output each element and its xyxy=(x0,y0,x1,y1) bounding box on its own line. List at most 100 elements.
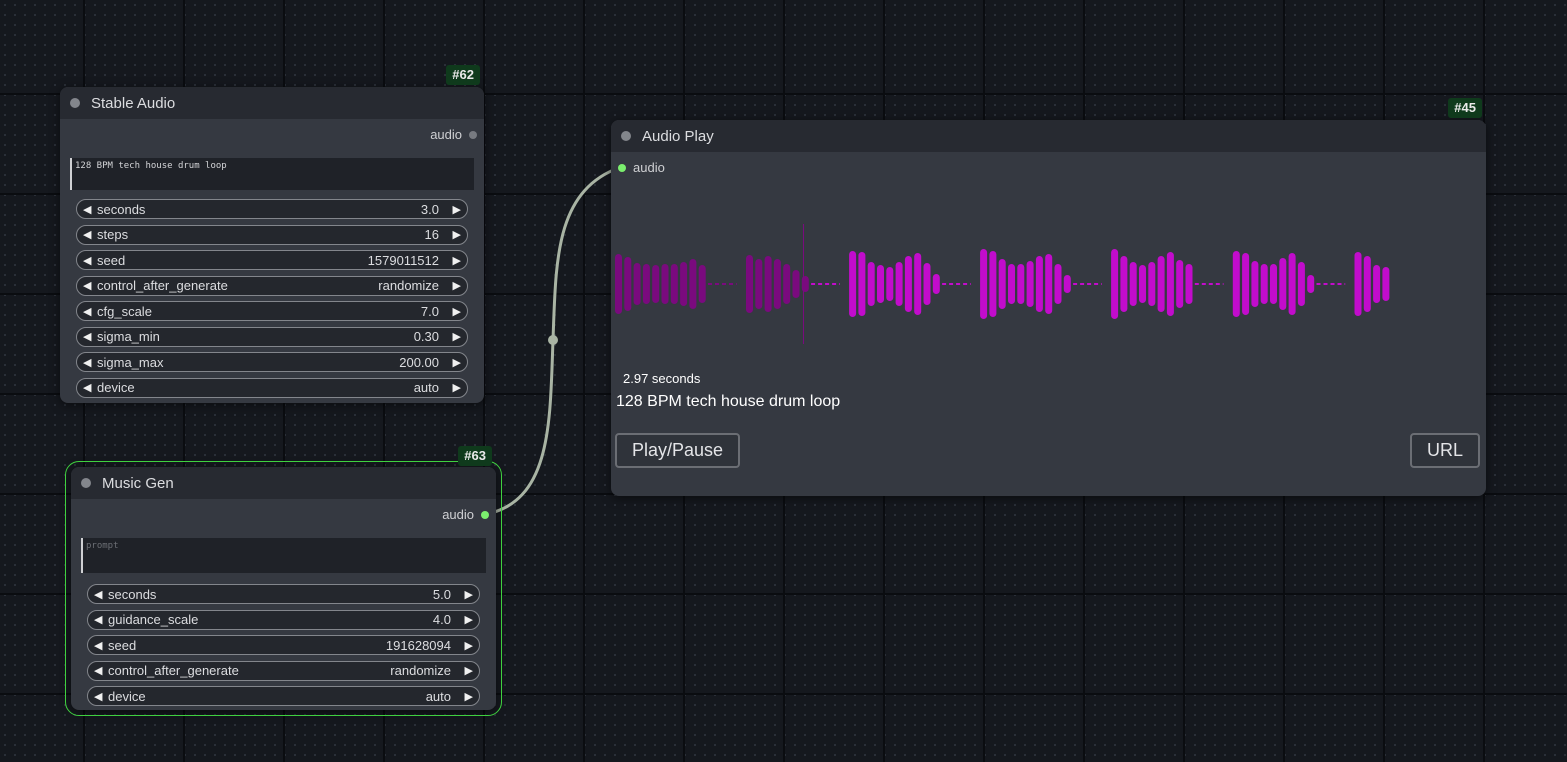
play-pause-button[interactable]: Play/Pause xyxy=(615,433,740,468)
decrement-arrow-icon[interactable]: ◀ xyxy=(83,279,97,292)
widget-name: control_after_generate xyxy=(108,663,239,678)
waveform-bar xyxy=(670,264,678,304)
music-gen-node[interactable]: #63 Music Gen audio prompt ◀ seconds 5.0 ▶ ◀… xyxy=(65,446,502,716)
widget-device[interactable]: ◀ device auto ▶ xyxy=(87,686,480,706)
widget-sigma-min[interactable]: ◀ sigma_min 0.30 ▶ xyxy=(76,326,468,347)
node-id-badge: #45 xyxy=(1448,98,1482,118)
decrement-arrow-icon[interactable]: ◀ xyxy=(83,254,97,267)
widget-steps[interactable]: ◀ steps 16 ▶ xyxy=(76,224,468,245)
widget-value[interactable]: 16 xyxy=(425,227,439,242)
increment-arrow-icon[interactable]: ▶ xyxy=(447,381,461,394)
audio-link[interactable] xyxy=(486,165,622,516)
widget-name: seconds xyxy=(108,586,157,602)
prompt-textarea[interactable]: 128 BPM tech house drum loop xyxy=(70,158,474,190)
increment-arrow-icon[interactable]: ▶ xyxy=(459,690,473,703)
increment-arrow-icon[interactable]: ▶ xyxy=(447,228,461,241)
waveform-bar xyxy=(1017,264,1025,304)
widget-name: steps xyxy=(97,227,129,242)
widget-value[interactable]: 0.30 xyxy=(414,329,439,344)
widget-name: seed xyxy=(108,637,137,653)
increment-arrow-icon[interactable]: ▶ xyxy=(459,639,473,652)
decrement-arrow-icon[interactable]: ◀ xyxy=(83,356,97,369)
node-graph-canvas[interactable]: #62 Stable Audio audio 128 BPM tech hous… xyxy=(0,0,1567,762)
node-header[interactable]: Music Gen xyxy=(71,467,496,499)
waveform-bar xyxy=(642,264,650,304)
waveform-bar xyxy=(1026,261,1034,307)
collapse-dot-icon[interactable] xyxy=(70,98,80,108)
duration-text: 2.97 seconds xyxy=(623,371,701,386)
widget-value[interactable]: randomize xyxy=(390,663,451,678)
increment-arrow-icon[interactable]: ▶ xyxy=(459,664,473,677)
decrement-arrow-icon[interactable]: ◀ xyxy=(83,203,97,216)
widget-value[interactable]: randomize xyxy=(378,278,439,293)
waveform-bar xyxy=(615,254,622,314)
widget-seed[interactable]: ◀ seed 1579011512 ▶ xyxy=(76,250,468,270)
widget-guidance-scale[interactable]: ◀ guidance_scale 4.0 ▶ xyxy=(87,609,480,630)
link-midpoint-handle[interactable] xyxy=(548,335,558,345)
node-header[interactable]: Stable Audio xyxy=(60,87,484,119)
widget-name: seed xyxy=(97,252,126,268)
widget-value[interactable]: auto xyxy=(426,689,451,704)
collapse-dot-icon[interactable] xyxy=(81,478,91,488)
widget-value[interactable]: 3.0 xyxy=(421,202,439,217)
increment-arrow-icon[interactable]: ▶ xyxy=(459,588,473,601)
collapse-dot-icon[interactable] xyxy=(621,131,631,141)
decrement-arrow-icon[interactable]: ◀ xyxy=(83,381,97,394)
widget-value[interactable]: auto xyxy=(414,380,439,395)
widget-value[interactable]: 4.0 xyxy=(433,612,451,627)
widget-value[interactable]: 191628094 xyxy=(386,638,451,653)
waveform-display[interactable] xyxy=(611,224,1486,344)
increment-arrow-icon[interactable]: ▶ xyxy=(447,279,461,292)
widget-value[interactable]: 5.0 xyxy=(433,587,451,602)
stable-audio-node[interactable]: #62 Stable Audio audio 128 BPM tech hous… xyxy=(60,65,484,403)
widget-seconds[interactable]: ◀ seconds 5.0 ▶ xyxy=(87,584,480,604)
decrement-arrow-icon[interactable]: ◀ xyxy=(83,228,97,241)
waveform-bar xyxy=(1035,256,1043,312)
node-header[interactable]: Audio Play xyxy=(611,120,1486,152)
output-slot-audio[interactable]: audio xyxy=(442,507,489,522)
waveform-bar xyxy=(1129,262,1137,306)
widget-seconds[interactable]: ◀ seconds 3.0 ▶ xyxy=(76,199,468,219)
widget-value[interactable]: 1579011512 xyxy=(368,253,439,268)
audio-play-node[interactable]: #45 Audio Play audio 2.97 seconds 128 BP… xyxy=(611,98,1486,496)
url-button[interactable]: URL xyxy=(1410,433,1480,468)
output-slot-audio[interactable]: audio xyxy=(430,127,477,142)
widget-name: device xyxy=(108,688,146,704)
widget-device[interactable]: ◀ device auto ▶ xyxy=(76,377,468,398)
widget-value[interactable]: 7.0 xyxy=(421,304,439,319)
decrement-arrow-icon[interactable]: ◀ xyxy=(94,690,108,703)
decrement-arrow-icon[interactable]: ◀ xyxy=(94,639,108,652)
output-port-icon[interactable] xyxy=(481,510,489,519)
widget-value[interactable]: 200.00 xyxy=(399,355,439,370)
decrement-arrow-icon[interactable]: ◀ xyxy=(83,305,97,318)
increment-arrow-icon[interactable]: ▶ xyxy=(459,613,473,626)
widget-sigma-max[interactable]: ◀ sigma_max 200.00 ▶ xyxy=(76,352,468,372)
increment-arrow-icon[interactable]: ▶ xyxy=(447,203,461,216)
input-port-icon[interactable] xyxy=(618,163,626,172)
increment-arrow-icon[interactable]: ▶ xyxy=(447,330,461,343)
decrement-arrow-icon[interactable]: ◀ xyxy=(83,330,97,343)
waveform-bar xyxy=(904,256,912,312)
increment-arrow-icon[interactable]: ▶ xyxy=(447,254,461,267)
increment-arrow-icon[interactable]: ▶ xyxy=(447,305,461,318)
waveform-bar xyxy=(1232,251,1240,317)
widget-seed[interactable]: ◀ seed 191628094 ▶ xyxy=(87,635,480,655)
waveform-bar xyxy=(1242,253,1250,315)
waveform-bar xyxy=(1166,252,1174,316)
prompt-textarea[interactable]: prompt xyxy=(81,538,486,573)
output-port-icon[interactable] xyxy=(469,130,477,139)
widget-control-after-generate[interactable]: ◀ control_after_generate randomize ▶ xyxy=(76,275,468,296)
input-slot-audio[interactable]: audio xyxy=(618,160,665,175)
waveform-bar xyxy=(1008,264,1015,304)
decrement-arrow-icon[interactable]: ◀ xyxy=(94,588,108,601)
decrement-arrow-icon[interactable]: ◀ xyxy=(94,664,108,677)
increment-arrow-icon[interactable]: ▶ xyxy=(447,356,461,369)
widget-name: control_after_generate xyxy=(97,278,228,293)
waveform-bar xyxy=(783,264,791,304)
waveform-bar xyxy=(689,259,697,309)
widget-control-after-generate[interactable]: ◀ control_after_generate randomize ▶ xyxy=(87,660,480,681)
widget-cfg-scale[interactable]: ◀ cfg_scale 7.0 ▶ xyxy=(76,301,468,321)
waveform-bar xyxy=(1120,256,1128,312)
decrement-arrow-icon[interactable]: ◀ xyxy=(94,613,108,626)
waveform-bar xyxy=(980,249,988,319)
